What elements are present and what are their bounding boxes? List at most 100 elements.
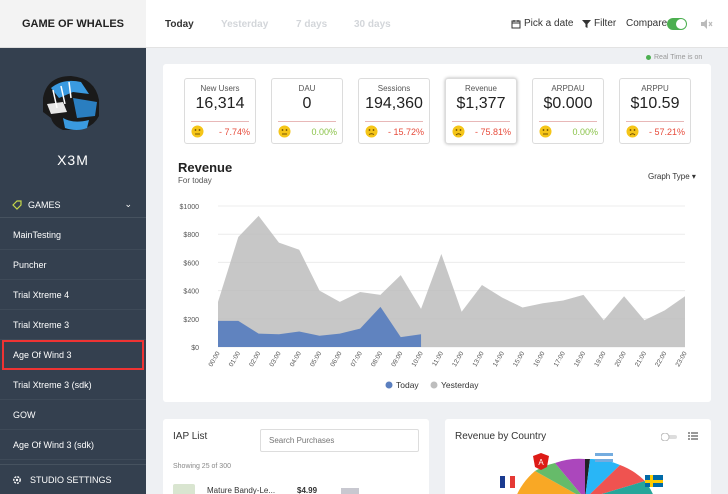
chevron-down-icon: ⌄ [124,199,132,209]
x-tick-label: 16:00 [532,350,546,368]
graph-type-dropdown[interactable]: Graph Type ▾ [648,172,696,181]
y-tick-label: $0 [191,345,199,352]
sidebar: GAME OF WHALES X3M GAMES ⌄ MainTesting P… [0,0,146,494]
stat-divider [365,121,423,122]
brand-logo[interactable]: GAME OF WHALES [0,0,146,48]
stat-card-dau[interactable]: DAU 0 0.00% [271,78,343,144]
sidebar-item-maintesting[interactable]: MainTesting [0,220,146,250]
y-tick-label: $600 [183,260,199,267]
stat-value: 194,360 [365,95,423,112]
stat-card-new-users[interactable]: New Users 16,314 - 7.74% [184,78,256,144]
graph-type-label: Graph Type [648,172,690,181]
iap-list-title: IAP List [173,431,208,442]
legend-label-today: Today [396,380,419,390]
x-tick-label: 17:00 [553,350,567,368]
x-tick-label: 02:00 [248,350,262,368]
flag-france-icon [500,476,515,488]
pick-date-button[interactable]: Pick a date [511,18,573,29]
flag-argentina-icon [595,453,613,462]
stat-divider [626,121,684,122]
search-purchases-input[interactable] [260,429,419,452]
games-menu-toggle[interactable]: GAMES ⌄ [0,192,146,218]
sidebar-item-trial-xtreme-4[interactable]: Trial Xtreme 4 [0,280,146,310]
stat-change: - 75.81% [474,127,511,137]
gear-icon [13,475,21,484]
sidebar-item-age-of-wind-3[interactable]: Age Of Wind 3 [2,340,144,370]
x-tick-label: 07:00 [350,350,364,368]
x-tick-label: 00:00 [208,350,222,368]
caret-down-icon: ▾ [691,172,696,181]
studio-settings-label: STUDIO SETTINGS [30,474,112,485]
series-area-yesterday [218,215,685,347]
x-tick-label: 15:00 [512,350,526,368]
purchase-name: Mature Bandy-Le... [207,486,276,494]
sidebar-item-age-of-wind-3-sdk[interactable]: Age Of Wind 3 (sdk) [0,430,146,460]
user-name: X3M [57,152,89,168]
flag-icon [341,488,359,494]
sad-face-icon [626,125,639,138]
neutral-face-icon [278,125,291,138]
view-toggle[interactable] [661,433,677,441]
studio-settings-button[interactable]: STUDIO SETTINGS [0,464,146,494]
tab-today[interactable]: Today [165,19,194,30]
purchase-price: $4.99 [297,486,318,494]
stat-value: 0 [302,95,312,112]
stat-divider [452,121,510,122]
x-tick-label: 18:00 [573,350,587,368]
legend-swatch-yesterday [430,381,438,389]
stat-change: 0.00% [311,127,337,137]
neutral-face-icon [191,125,204,138]
stat-label: ARPDAU [551,84,585,93]
x-tick-label: 20:00 [614,350,628,368]
list-icon[interactable] [688,431,698,441]
stat-divider [191,121,249,122]
country-pie-chart: A [500,453,663,494]
table-row[interactable]: Mature Bandy-Le... $4.99 [173,484,419,494]
stat-label: DAU [298,84,316,93]
y-tick-label: $200 [183,317,199,324]
stat-label: ARPPU [641,84,669,93]
stat-value: $1,377 [456,95,506,112]
stat-change: 0.00% [572,127,598,137]
y-tick-label: $400 [183,289,199,296]
x-tick-label: 04:00 [289,350,303,368]
tab-yesterday[interactable]: Yesterday [221,19,268,30]
sad-face-icon [452,125,465,138]
compare-toggle[interactable] [667,18,687,30]
stat-value: $10.59 [630,95,680,112]
calendar-icon [511,19,521,28]
sidebar-item-trial-xtreme-3-sdk[interactable]: Trial Xtreme 3 (sdk) [0,370,146,400]
tab-7-days[interactable]: 7 days [296,19,327,30]
iap-list-panel: IAP List Showing 25 of 300 Mature Bandy-… [163,419,429,494]
stat-card-sessions[interactable]: Sessions 194,360 - 15.72% [358,78,430,144]
x-tick-label: 10:00 [411,350,425,368]
x-tick-label: 13:00 [471,350,485,368]
y-tick-label: $1000 [180,204,200,211]
x-tick-label: 19:00 [593,350,607,368]
flag-sweden-icon [645,475,663,487]
mute-icon[interactable] [699,17,713,31]
tab-30-days[interactable]: 30 days [354,19,391,30]
sidebar-item-gow[interactable]: GOW [0,400,146,430]
stat-value: $0.000 [543,95,593,112]
filter-label: Filter [594,18,617,29]
neutral-face-icon [539,125,552,138]
revenue-by-country-title: Revenue by Country [455,431,547,442]
stat-change: - 57.21% [648,127,685,137]
stat-card-revenue[interactable]: Revenue $1,377 - 75.81% [445,78,517,144]
svg-text:A: A [538,458,544,467]
y-tick-label: $800 [183,232,199,239]
stat-card-arppu[interactable]: ARPPU $10.59 - 57.21% [619,78,691,144]
stat-label: Sessions [377,84,411,93]
x-tick-label: 05:00 [309,350,323,368]
stat-label: New Users [200,84,240,93]
filter-button[interactable]: Filter [582,18,616,29]
sidebar-item-puncher[interactable]: Puncher [0,250,146,280]
x-tick-label: 21:00 [634,350,648,368]
realtime-label: Real Time is on [654,54,703,61]
revenue-title: Revenue [178,160,233,175]
unhappy-face-icon [365,125,378,138]
revenue-by-country-panel: Revenue by Country A [445,419,711,494]
stat-card-arpdau[interactable]: ARPDAU $0.000 0.00% [532,78,604,144]
sidebar-item-trial-xtreme-3[interactable]: Trial Xtreme 3 [0,310,146,340]
